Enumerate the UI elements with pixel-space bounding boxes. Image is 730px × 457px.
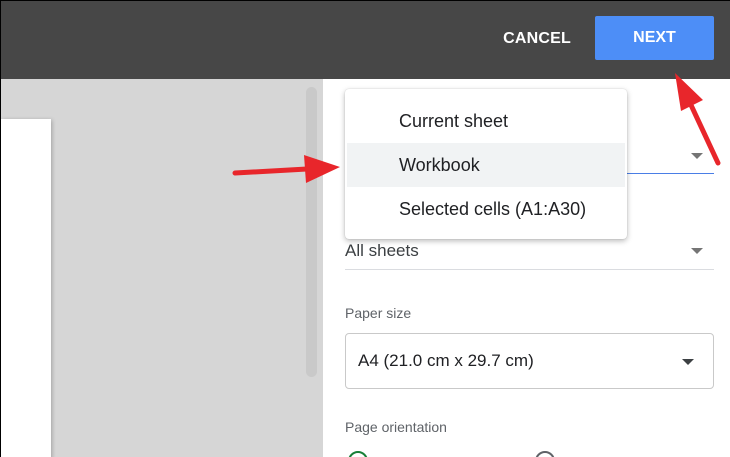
export-dropdown-menu: Current sheet Workbook Selected cells (A… xyxy=(345,89,627,239)
preview-page xyxy=(1,119,51,457)
cancel-button[interactable]: CANCEL xyxy=(495,23,579,55)
chevron-down-icon xyxy=(691,248,703,254)
chevron-down-icon xyxy=(682,359,694,365)
preview-scrollbar[interactable] xyxy=(306,87,317,377)
paper-size-label: Paper size xyxy=(345,305,412,321)
chevron-down-icon xyxy=(691,153,703,159)
page-orientation-label: Page orientation xyxy=(345,419,447,435)
next-button[interactable]: NEXT xyxy=(595,16,714,60)
top-bar: CANCEL NEXT xyxy=(1,1,730,79)
paper-size-select[interactable]: A4 (21.0 cm x 29.7 cm) xyxy=(345,333,714,389)
menu-item-selected-cells[interactable]: Selected cells (A1:A30) xyxy=(345,187,627,231)
pages-select-value: All sheets xyxy=(345,240,419,260)
menu-item-current-sheet[interactable]: Current sheet xyxy=(345,99,627,143)
print-preview-pane xyxy=(1,79,323,457)
paper-size-value: A4 (21.0 cm x 29.7 cm) xyxy=(358,351,534,370)
menu-item-workbook[interactable]: Workbook xyxy=(347,143,625,187)
